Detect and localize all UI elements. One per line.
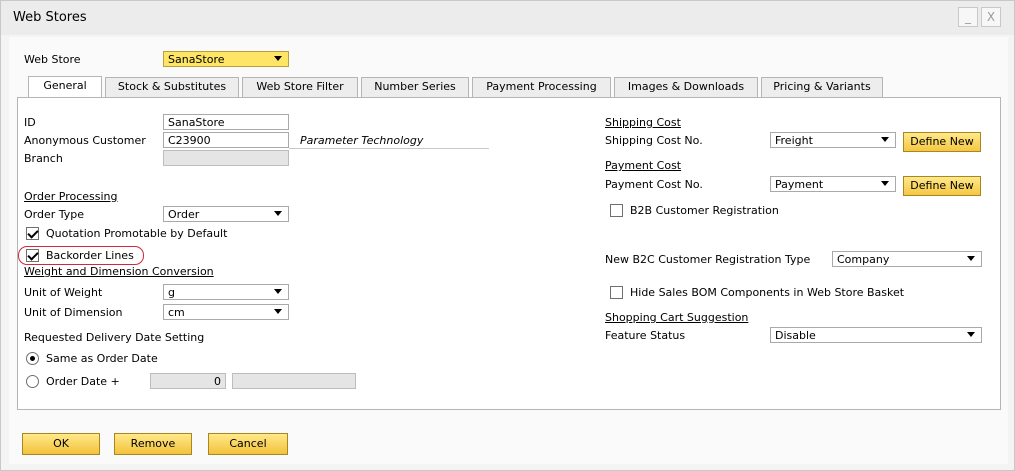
tab-images-downloads[interactable]: Images & Downloads bbox=[614, 77, 758, 97]
shipping-cost-no-label: Shipping Cost No. bbox=[605, 134, 703, 147]
remove-button[interactable]: Remove bbox=[114, 433, 192, 455]
backorder-lines-checkbox[interactable] bbox=[26, 249, 39, 262]
chevron-down-icon bbox=[967, 256, 975, 261]
b2c-registration-type-value: Company bbox=[837, 253, 890, 266]
tab-stock-substitutes[interactable]: Stock & Substitutes bbox=[105, 77, 239, 97]
tab-web-store-filter[interactable]: Web Store Filter bbox=[242, 77, 358, 97]
shipping-cost-value: Freight bbox=[775, 134, 813, 147]
ok-button[interactable]: OK bbox=[22, 433, 100, 455]
chevron-down-icon bbox=[274, 56, 282, 61]
id-field[interactable]: SanaStore bbox=[163, 114, 289, 130]
anonymous-customer-field[interactable]: C23900 bbox=[163, 132, 289, 148]
order-date-plus-label: Order Date + bbox=[46, 375, 120, 388]
b2c-registration-type-label: New B2C Customer Registration Type bbox=[605, 253, 811, 266]
b2b-registration-label: B2B Customer Registration bbox=[630, 204, 779, 217]
web-store-value: SanaStore bbox=[168, 53, 225, 66]
shopping-cart-suggestion-title: Shopping Cart Suggestion bbox=[605, 311, 749, 324]
unit-of-dimension-value: cm bbox=[168, 306, 185, 319]
tab-general[interactable]: General bbox=[28, 76, 102, 98]
cancel-button[interactable]: Cancel bbox=[208, 433, 288, 455]
feature-status-value: Disable bbox=[775, 329, 816, 342]
payment-cost-select[interactable]: Payment bbox=[770, 176, 896, 192]
tab-number-series[interactable]: Number Series bbox=[361, 77, 469, 97]
tab-payment-processing[interactable]: Payment Processing bbox=[472, 77, 611, 97]
payment-cost-value: Payment bbox=[775, 178, 824, 191]
hide-bom-label: Hide Sales BOM Components in Web Store B… bbox=[630, 286, 905, 299]
b2b-registration-checkbox[interactable] bbox=[610, 204, 623, 217]
order-type-label: Order Type bbox=[24, 208, 85, 221]
close-button[interactable]: X bbox=[981, 7, 1001, 27]
chevron-down-icon bbox=[274, 309, 282, 314]
chevron-down-icon bbox=[881, 181, 889, 186]
hide-bom-checkbox[interactable] bbox=[610, 286, 623, 299]
shipping-cost-title: Shipping Cost bbox=[605, 116, 681, 129]
chevron-down-icon bbox=[274, 289, 282, 294]
same-as-order-date-radio[interactable] bbox=[26, 352, 39, 365]
delivery-date-title: Requested Delivery Date Setting bbox=[24, 331, 205, 344]
quotation-promotable-checkbox[interactable] bbox=[26, 227, 39, 240]
unit-of-dimension-select[interactable]: cm bbox=[163, 304, 289, 320]
weight-dimension-title: Weight and Dimension Conversion bbox=[24, 265, 214, 278]
shipping-define-new-button[interactable]: Define New bbox=[903, 132, 981, 152]
anonymous-customer-label: Anonymous Customer bbox=[24, 134, 146, 147]
branch-field bbox=[163, 150, 289, 166]
window-title: Web Stores bbox=[13, 10, 87, 25]
web-stores-window: Web Stores _ X Web Store SanaStore Gener… bbox=[0, 0, 1015, 471]
title-bar: Web Stores _ X bbox=[1, 1, 1014, 35]
payment-define-new-button[interactable]: Define New bbox=[903, 176, 981, 196]
order-date-plus-unit bbox=[232, 373, 356, 389]
chevron-down-icon bbox=[881, 137, 889, 142]
web-store-label: Web Store bbox=[24, 53, 81, 66]
b2c-registration-type-select[interactable]: Company bbox=[832, 251, 982, 267]
customer-name-underline bbox=[289, 148, 489, 149]
quotation-promotable-label: Quotation Promotable by Default bbox=[46, 227, 228, 240]
anonymous-customer-name: Parameter Technology bbox=[300, 134, 424, 147]
web-store-select[interactable]: SanaStore bbox=[163, 51, 289, 67]
order-processing-title: Order Processing bbox=[24, 190, 118, 203]
feature-status-label: Feature Status bbox=[605, 329, 686, 342]
order-date-plus-radio[interactable] bbox=[26, 375, 39, 388]
chevron-down-icon bbox=[967, 332, 975, 337]
unit-of-weight-value: g bbox=[168, 286, 175, 299]
payment-cost-title: Payment Cost bbox=[605, 159, 682, 172]
minimize-button[interactable]: _ bbox=[958, 7, 978, 27]
chevron-down-icon bbox=[274, 211, 282, 216]
unit-of-dimension-label: Unit of Dimension bbox=[24, 306, 123, 319]
order-type-select[interactable]: Order bbox=[163, 206, 289, 222]
branch-label: Branch bbox=[24, 152, 63, 165]
tab-pricing-variants[interactable]: Pricing & Variants bbox=[761, 77, 883, 97]
backorder-lines-label: Backorder Lines bbox=[46, 249, 134, 262]
same-as-order-date-label: Same as Order Date bbox=[46, 352, 158, 365]
id-label: ID bbox=[24, 116, 36, 129]
order-type-value: Order bbox=[168, 208, 200, 221]
shipping-cost-select[interactable]: Freight bbox=[770, 132, 896, 148]
feature-status-select[interactable]: Disable bbox=[770, 327, 982, 343]
order-date-plus-days: 0 bbox=[150, 373, 226, 389]
payment-cost-no-label: Payment Cost No. bbox=[605, 178, 703, 191]
unit-of-weight-label: Unit of Weight bbox=[24, 286, 103, 299]
unit-of-weight-select[interactable]: g bbox=[163, 284, 289, 300]
